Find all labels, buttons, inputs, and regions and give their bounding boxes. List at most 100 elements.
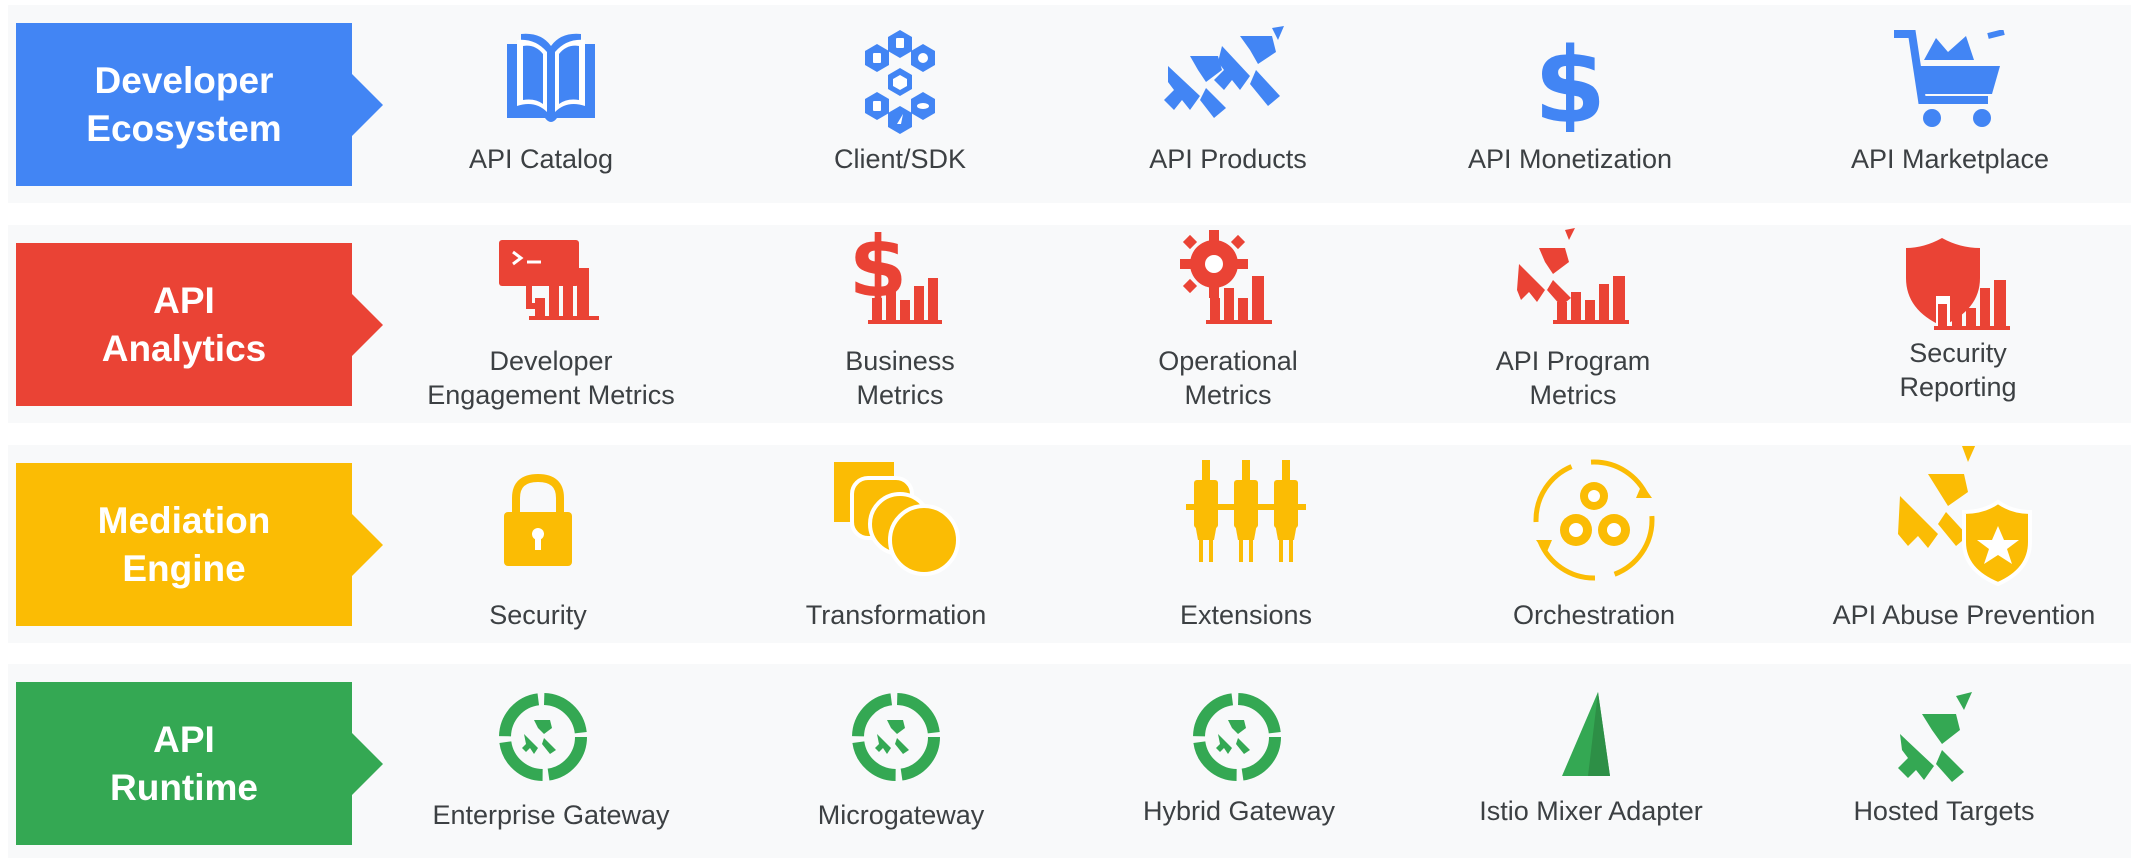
- dollar-chart-icon: $: [854, 228, 942, 324]
- caption-line: Business: [845, 346, 955, 376]
- caption: Extensions: [1146, 598, 1346, 632]
- caption-line: Metrics: [1529, 380, 1617, 410]
- item-api-program-metrics: API Program Metrics: [1473, 228, 1673, 410]
- caption: API Abuse Prevention: [1824, 598, 2104, 632]
- item-orchestration: Orchestration: [1494, 454, 1694, 630]
- istio-sail-icon: [1562, 692, 1610, 776]
- caption: API Program Metrics: [1473, 344, 1673, 412]
- item-extensions: Extensions: [1146, 460, 1346, 630]
- open-book-icon: [507, 33, 595, 122]
- caption: Microgateway: [796, 798, 1006, 832]
- mediation-engine-label: Mediation Engine: [16, 463, 383, 626]
- caption: Hybrid Gateway: [1130, 794, 1348, 828]
- caption: Operational Metrics: [1128, 344, 1328, 412]
- shapes-transform-icon: [834, 462, 960, 576]
- api-chart-icon: [1517, 228, 1629, 324]
- developer-ecosystem-label: Developer Ecosystem: [16, 23, 383, 186]
- caption-line: Developer: [489, 346, 613, 376]
- plugs-icon: [1186, 460, 1306, 562]
- padlock-icon: [504, 474, 572, 566]
- label-arrow: [351, 512, 383, 577]
- gateway-ring-icon: [499, 693, 587, 781]
- label-line: Analytics: [101, 327, 267, 369]
- label-line: Engine: [122, 547, 246, 589]
- shield-chart-icon: [1906, 238, 2010, 330]
- label-arrow: [351, 292, 383, 357]
- caption: Client/SDK: [800, 142, 1000, 176]
- caption: Security: [438, 598, 638, 632]
- caption-line: Security: [1909, 338, 2007, 368]
- item-security: Security: [438, 460, 638, 630]
- caption-line: Enterprise Gateway: [432, 800, 670, 830]
- caption-line: Orchestration: [1512, 600, 1676, 630]
- label-arrow: [351, 731, 383, 796]
- label-arrow: [351, 72, 383, 137]
- caption: Developer Engagement Metrics: [411, 344, 691, 412]
- caption: Hosted Targets: [1834, 794, 2054, 828]
- item-istio-mixer-adapter: Istio Mixer Adapter: [1466, 688, 1716, 848]
- caption-line: API Marketplace: [1850, 144, 2050, 174]
- caption: API Catalog: [441, 142, 641, 176]
- caption: Istio Mixer Adapter: [1466, 794, 1716, 828]
- item-security-reporting: Security Reporting: [1858, 232, 2058, 412]
- api-runtime-label: API Runtime: [16, 682, 383, 845]
- api-logo-pair-icon: [1164, 26, 1284, 118]
- item-business-metrics: $ Business Metrics: [800, 228, 1000, 410]
- caption: API Marketplace: [1820, 142, 2080, 176]
- gear-chart-icon: [1180, 230, 1272, 324]
- caption-line: Metrics: [856, 380, 944, 410]
- caption-line: Transformation: [805, 600, 987, 630]
- caption-line: Istio Mixer Adapter: [1479, 796, 1703, 826]
- item-api-marketplace: API Marketplace: [1820, 20, 2080, 180]
- caption-line: API Catalog: [468, 144, 614, 174]
- item-api-monetization: $ API Monetization: [1440, 20, 1700, 180]
- caption: Orchestration: [1494, 598, 1694, 632]
- caption-line: Reporting: [1899, 372, 2017, 402]
- caption-line: API Abuse Prevention: [1832, 600, 2096, 630]
- caption-line: API Program: [1495, 346, 1651, 376]
- caption: Security Reporting: [1858, 336, 2058, 404]
- api-analytics-label: API Analytics: [16, 243, 383, 406]
- caption-line: Hybrid Gateway: [1142, 796, 1336, 826]
- api-logo-icon: [1898, 692, 1972, 782]
- item-api-abuse-prevention: API Abuse Prevention: [1824, 446, 2104, 630]
- caption: Enterprise Gateway: [401, 798, 701, 832]
- label-line: API: [153, 279, 215, 321]
- gateway-ring-icon: [1193, 693, 1281, 781]
- caption: Business Metrics: [800, 344, 1000, 412]
- caption: API Monetization: [1440, 142, 1700, 176]
- item-hybrid-gateway: Hybrid Gateway: [1130, 688, 1348, 848]
- hexagon-languages-icon: [865, 30, 935, 134]
- caption-line: Extensions: [1179, 600, 1313, 630]
- caption: Transformation: [796, 598, 996, 632]
- caption-line: Client/SDK: [833, 144, 967, 174]
- terminal-chart-icon: [499, 240, 599, 320]
- item-operational-metrics: Operational Metrics: [1128, 228, 1328, 410]
- item-api-products: API Products: [1128, 20, 1328, 180]
- item-client-sdk: Client/SDK: [800, 20, 1000, 180]
- caption-line: Engagement Metrics: [427, 380, 675, 410]
- dollar-icon: $: [1536, 32, 1604, 132]
- item-hosted-targets: Hosted Targets: [1834, 684, 2054, 848]
- caption-line: Hosted Targets: [1853, 796, 2035, 826]
- api-shield-star-icon: [1898, 446, 2032, 586]
- caption-line: API Products: [1149, 144, 1307, 174]
- item-api-catalog: API Catalog: [441, 20, 641, 180]
- item-microgateway: Microgateway: [796, 688, 1006, 848]
- label-line: Ecosystem: [86, 107, 282, 149]
- caption-line: Security: [489, 600, 587, 630]
- label-line: Mediation: [97, 499, 271, 541]
- item-developer-engagement-metrics: Developer Engagement Metrics: [411, 236, 691, 416]
- item-transformation: Transformation: [796, 460, 996, 630]
- caption-line: API Monetization: [1467, 144, 1673, 174]
- gateway-ring-icon: [852, 693, 940, 781]
- label-line: Developer: [94, 59, 274, 101]
- label-line: API: [153, 718, 215, 760]
- shopping-cart-icon: [1894, 30, 2005, 127]
- label-line: Runtime: [110, 766, 258, 808]
- caption-line: Metrics: [1184, 380, 1272, 410]
- gears-cycle-icon: [1533, 459, 1655, 581]
- svg-text:$: $: [1536, 32, 1604, 132]
- caption: API Products: [1128, 142, 1328, 176]
- caption-line: Operational: [1158, 346, 1298, 376]
